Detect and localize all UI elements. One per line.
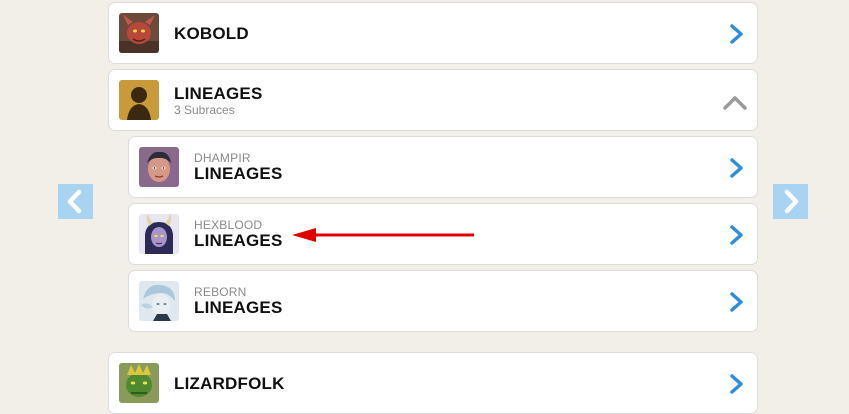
subrace-item-reborn[interactable]: REBORN LINEAGES [128, 270, 758, 332]
subrace-overline: HEXBLOOD [194, 218, 263, 232]
dhampir-avatar [139, 147, 179, 187]
subrace-overline: DHAMPIR [194, 151, 251, 165]
hexblood-avatar [139, 214, 179, 254]
subrace-name: LINEAGES [194, 231, 283, 250]
chevron-right-icon[interactable] [728, 23, 746, 45]
kobold-avatar [119, 13, 159, 53]
race-item-lizardfolk[interactable]: LIZARDFOLK [108, 352, 758, 414]
previous-button[interactable] [58, 184, 93, 219]
chevron-right-icon[interactable] [728, 224, 746, 246]
subrace-count: 3 Subraces [174, 103, 235, 117]
lineages-avatar [119, 80, 159, 120]
subrace-name: LINEAGES [194, 298, 283, 317]
lizardfolk-avatar [119, 363, 159, 403]
chevron-up-icon[interactable] [722, 94, 748, 112]
next-button[interactable] [773, 184, 808, 219]
chevron-right-icon[interactable] [728, 157, 746, 179]
chevron-right-icon[interactable] [728, 373, 746, 395]
reborn-avatar [139, 281, 179, 321]
chevron-right-icon[interactable] [728, 291, 746, 313]
race-item-lineages[interactable]: LINEAGES 3 Subraces [108, 69, 758, 131]
subrace-overline: REBORN [194, 285, 247, 299]
race-name: LIZARDFOLK [174, 374, 285, 393]
race-name: KOBOLD [174, 24, 249, 43]
chevron-right-icon [784, 189, 799, 214]
race-item-kobold[interactable]: KOBOLD [108, 2, 758, 64]
chevron-left-icon [67, 189, 82, 214]
subrace-name: LINEAGES [194, 164, 283, 183]
race-name: LINEAGES [174, 84, 263, 103]
subrace-item-dhampir[interactable]: DHAMPIR LINEAGES [128, 136, 758, 198]
annotation-arrow [292, 228, 474, 242]
